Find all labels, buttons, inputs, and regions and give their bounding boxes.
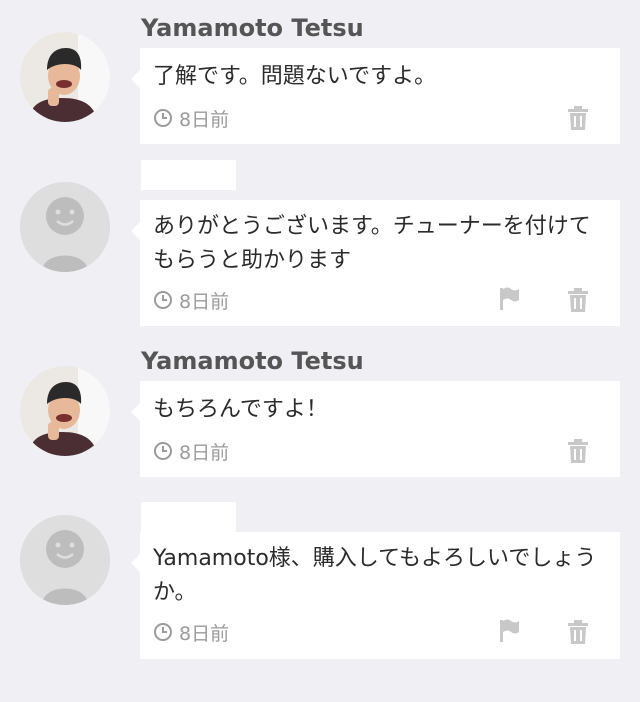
comment-bubble: もちろんですよ！ 8日前 <box>131 381 620 477</box>
flag-icon[interactable] <box>498 618 520 642</box>
comment-bubble: 了解です。問題ないですよ。 8日前 <box>131 48 620 144</box>
comment-bubble: Yamamoto様、購入してもよろしいでしょうか。 8日前 <box>131 532 620 659</box>
comment-time: 8日前 <box>179 622 230 645</box>
user-avatar[interactable] <box>20 366 110 456</box>
comment-text: 了解です。問題ないですよ。 <box>153 64 437 89</box>
comment-meta: 8日前 <box>153 288 230 313</box>
comment-text: もちろんですよ！ <box>153 397 328 422</box>
comment-time: 8日前 <box>179 290 230 313</box>
comment-meta: 8日前 <box>153 106 230 131</box>
comment-username-hidden <box>141 502 236 532</box>
comment-username[interactable]: Yamamoto Tetsu <box>141 347 364 375</box>
comment-meta: 8日前 <box>153 439 230 464</box>
user-avatar[interactable] <box>20 32 110 122</box>
default-avatar[interactable] <box>20 182 110 272</box>
comment-meta: 8日前 <box>153 620 230 645</box>
comment-time: 8日前 <box>179 108 230 131</box>
comment-username[interactable]: Yamamoto Tetsu <box>141 14 364 42</box>
comment-text: Yamamoto様、購入してもよろしいでしょうか。 <box>153 546 597 605</box>
default-avatar[interactable] <box>20 515 110 605</box>
trash-icon[interactable] <box>567 288 589 312</box>
comment-time: 8日前 <box>179 441 230 464</box>
trash-icon[interactable] <box>567 106 589 130</box>
trash-icon[interactable] <box>567 439 589 463</box>
comment-bubble: ありがとうございます。チューナーを付けてもらうと助かります 8日前 <box>131 200 620 326</box>
clock-icon <box>154 291 172 309</box>
clock-icon <box>154 623 172 641</box>
clock-icon <box>154 109 172 127</box>
trash-icon[interactable] <box>567 620 589 644</box>
comment-username-hidden <box>141 160 236 190</box>
flag-icon[interactable] <box>498 286 520 310</box>
comment-text: ありがとうございます。チューナーを付けてもらうと助かります <box>153 214 591 273</box>
clock-icon <box>154 442 172 460</box>
